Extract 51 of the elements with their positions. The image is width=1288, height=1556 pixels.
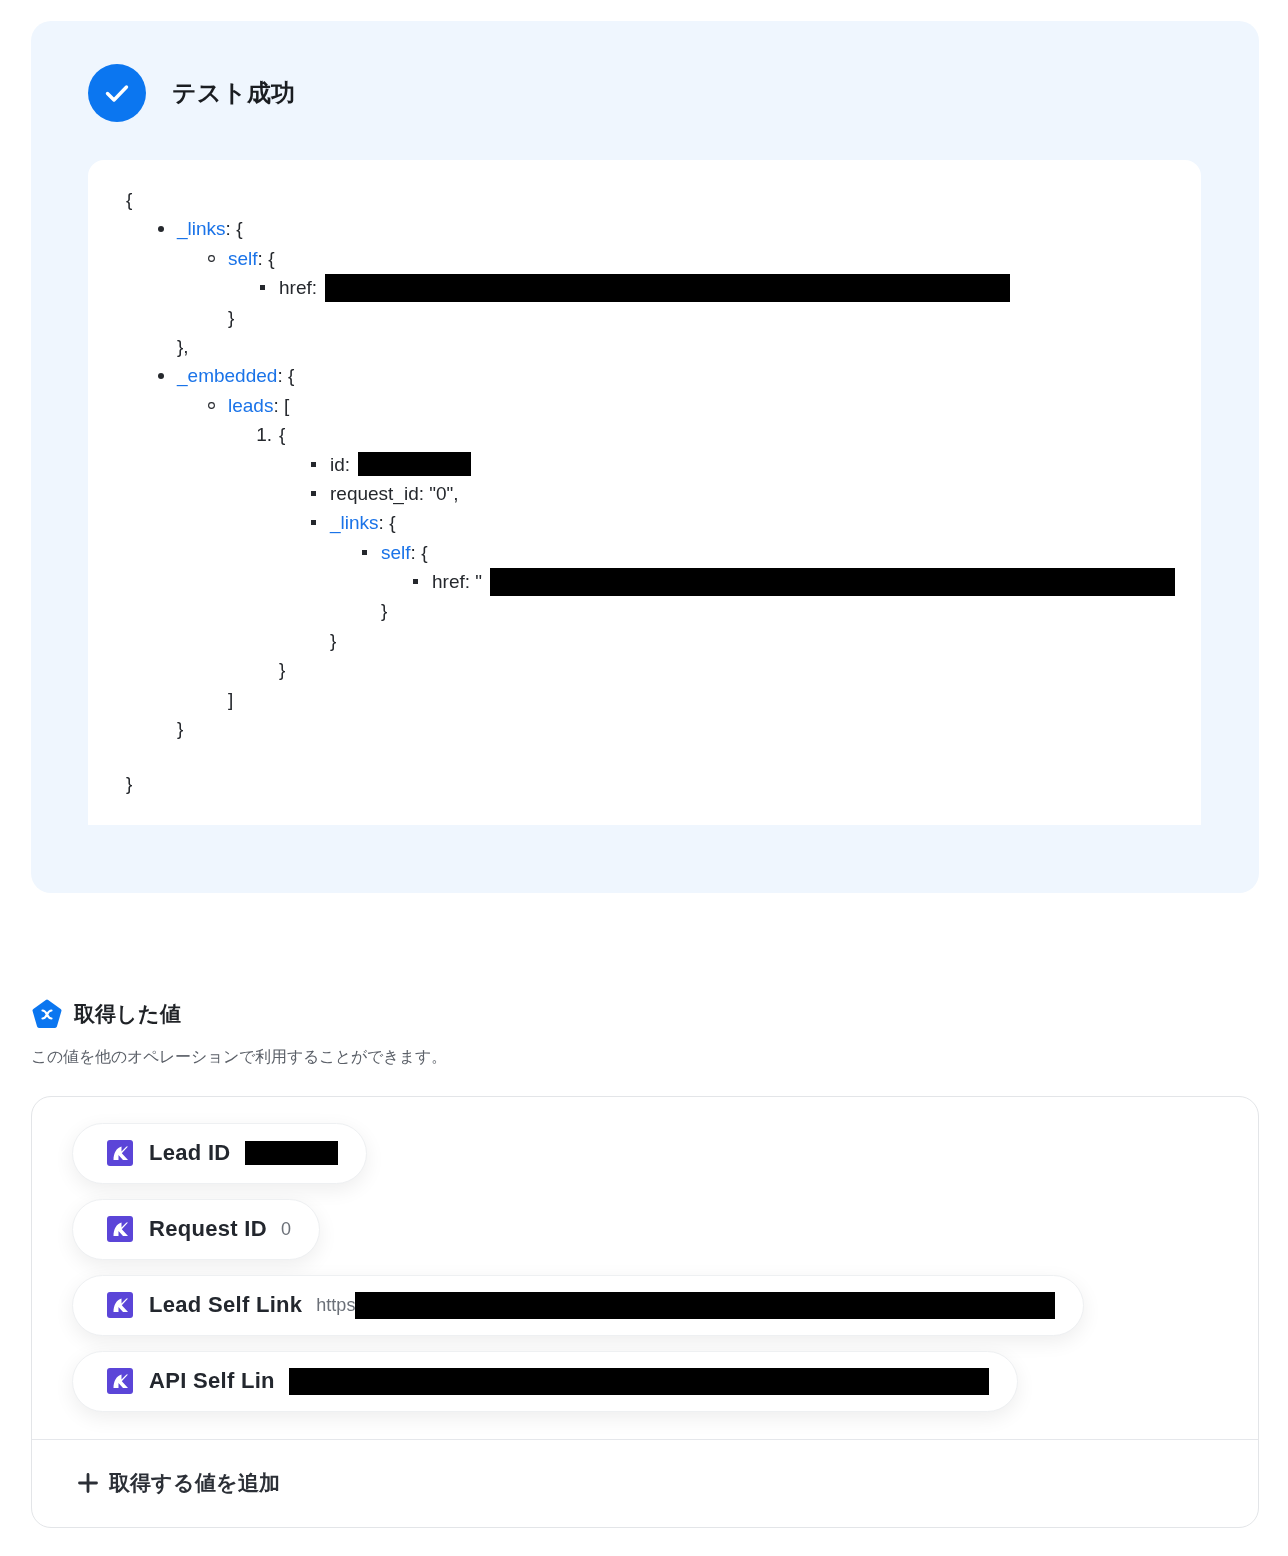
key-link[interactable]: _links [177,218,226,240]
code-line: } [381,599,388,624]
code-line: } [177,717,184,742]
code-line: { [279,423,286,448]
code-line: _embedded: { [177,364,295,389]
key-link[interactable]: leads [228,394,274,416]
code-line: request_id: "0", [330,481,459,507]
code-line: _links: { [177,217,243,242]
value-pill[interactable]: Lead ID [72,1122,367,1184]
square-bullet-icon [311,461,316,467]
code-line: href: " [432,570,483,595]
code-line: id: [330,452,351,477]
code-line: self: { [381,540,428,565]
app-logo-icon [107,1292,133,1319]
pentagon-x-icon [31,998,63,1031]
code-line: } [330,628,337,653]
square-bullet-icon [311,520,316,526]
section-title: 取得した値 [74,1001,181,1028]
key-link[interactable]: _embedded [177,365,278,387]
code-line: } [126,772,133,797]
disc-bullet-icon [158,226,164,233]
code-line: }, [177,334,189,359]
code-line: _links: { [330,511,396,536]
code-line: leads: [ [228,393,290,418]
square-bullet-icon [311,491,316,497]
section-description: この値を他のオペレーションで利用することができます。 [31,1046,447,1067]
plus-icon [78,1473,98,1494]
ring-bullet-icon [208,401,215,409]
value-pill[interactable]: Lead Self Link https [72,1274,1085,1336]
value-pill[interactable]: API Self Lin [72,1350,1018,1412]
square-bullet-icon [260,285,265,291]
app-logo-icon [107,1368,133,1395]
ring-bullet-icon [208,254,215,262]
code-line: } [228,305,235,330]
square-bullet-icon [413,579,418,585]
code-line: } [279,658,286,683]
app-logo-icon [107,1140,133,1167]
add-value-button[interactable]: 取得する値を追加 [78,1469,280,1498]
square-bullet-icon [362,549,367,555]
disc-bullet-icon [158,373,164,380]
app-logo-icon [107,1216,133,1243]
status-title: テスト成功 [172,78,295,108]
key-link[interactable]: self [381,541,411,563]
code-line: ] [228,687,234,712]
value-pill[interactable]: Request ID 0 [72,1198,320,1260]
key-link[interactable]: _links [330,512,379,534]
code-line: href: [279,276,318,301]
key-link[interactable]: self [228,247,258,269]
list-number: 1. [256,423,272,448]
code-line: { [126,188,133,212]
code-line: self: { [228,246,275,271]
